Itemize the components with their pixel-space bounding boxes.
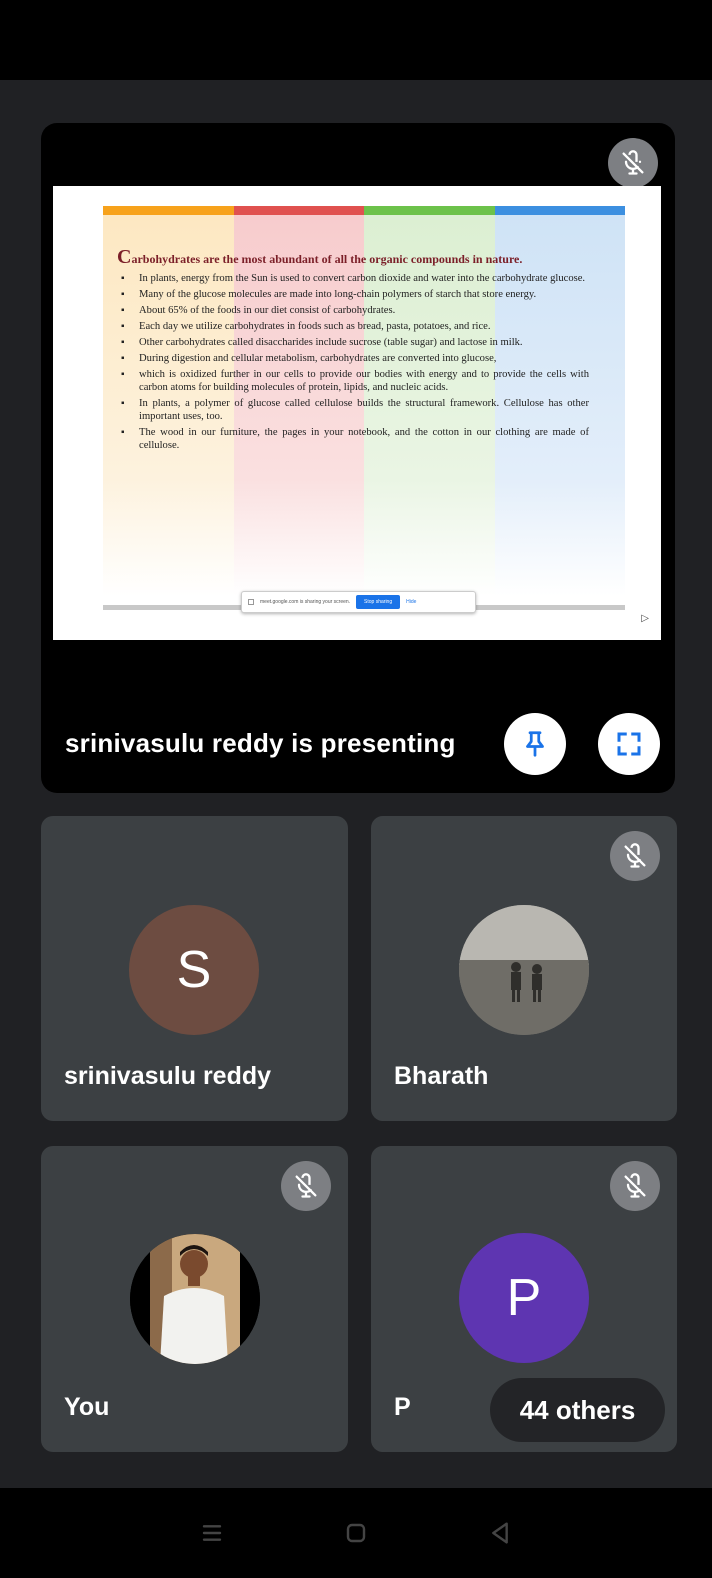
- slide-bullet-list: In plants, energy from the Sun is used t…: [117, 272, 589, 452]
- participant-name: P: [394, 1393, 411, 1421]
- avatar: [130, 1234, 260, 1364]
- slide-bullet: In plants, energy from the Sun is used t…: [117, 272, 589, 285]
- slide-bullet: In plants, a polymer of glucose called c…: [117, 397, 589, 423]
- mic-off-icon: [610, 1161, 660, 1211]
- slide-bullet: Each day we utilize carbohydrates in foo…: [117, 320, 589, 333]
- back-icon[interactable]: [484, 1517, 516, 1549]
- mic-off-icon: [610, 831, 660, 881]
- participant-tile[interactable]: S srinivasulu reddy: [41, 816, 348, 1121]
- fullscreen-icon: [617, 732, 641, 756]
- slide-bullet: Other carbohydrates called disaccharides…: [117, 336, 589, 349]
- presenting-label: srinivasulu reddy is presenting: [65, 728, 456, 758]
- slide-bullet: About 65% of the foods in our diet consi…: [117, 304, 589, 317]
- slide-bullet: The wood in our furniture, the pages in …: [117, 426, 589, 452]
- avatar: P: [459, 1233, 589, 1363]
- pin-icon: [526, 731, 544, 757]
- share-message: meet.google.com is sharing your screen.: [260, 599, 351, 605]
- avatar-photo: [130, 1234, 260, 1364]
- slide-content: Carbohydrates are the most abundant of a…: [117, 246, 589, 455]
- screen-share-notification: meet.google.com is sharing your screen. …: [241, 591, 476, 613]
- slide-bullet: During digestion and cellular metabolism…: [117, 352, 589, 365]
- participant-name: srinivasulu reddy: [64, 1062, 272, 1090]
- status-bar: [0, 0, 712, 80]
- participant-name: Bharath: [394, 1062, 489, 1090]
- mic-off-icon: [281, 1161, 331, 1211]
- slide-bullet: which is oxidized further in our cells t…: [117, 368, 589, 394]
- system-nav-bar: [0, 1488, 712, 1578]
- avatar: S: [129, 905, 259, 1035]
- presentation-tile[interactable]: Carbohydrates are the most abundant of a…: [41, 123, 675, 793]
- share-checkbox: [248, 599, 254, 605]
- participant-tile[interactable]: P P 44 others: [371, 1146, 677, 1452]
- slide-bullet: Many of the glucose molecules are made i…: [117, 288, 589, 301]
- avatar-initial: S: [176, 941, 212, 999]
- mic-off-icon: [608, 138, 658, 188]
- others-count-button[interactable]: 44 others: [490, 1378, 665, 1442]
- cursor-icon: ▷: [641, 613, 649, 624]
- avatar: [459, 905, 589, 1035]
- participant-tile[interactable]: You: [41, 1146, 348, 1452]
- participant-name: You: [64, 1393, 110, 1421]
- hide-link: Hide: [406, 599, 417, 605]
- avatar-initial: P: [506, 1269, 542, 1327]
- shared-slide: Carbohydrates are the most abundant of a…: [53, 186, 661, 640]
- avatar-photo: [459, 905, 589, 1035]
- pin-button[interactable]: [504, 713, 566, 775]
- meet-call-screen: Carbohydrates are the most abundant of a…: [0, 80, 712, 1488]
- fullscreen-button[interactable]: [598, 713, 660, 775]
- home-icon[interactable]: [340, 1517, 372, 1549]
- participant-tile[interactable]: Bharath: [371, 816, 677, 1121]
- stop-sharing-button: Stop sharing: [356, 595, 401, 609]
- slide-heading: Carbohydrates are the most abundant of a…: [117, 246, 523, 268]
- recents-icon[interactable]: [196, 1517, 228, 1549]
